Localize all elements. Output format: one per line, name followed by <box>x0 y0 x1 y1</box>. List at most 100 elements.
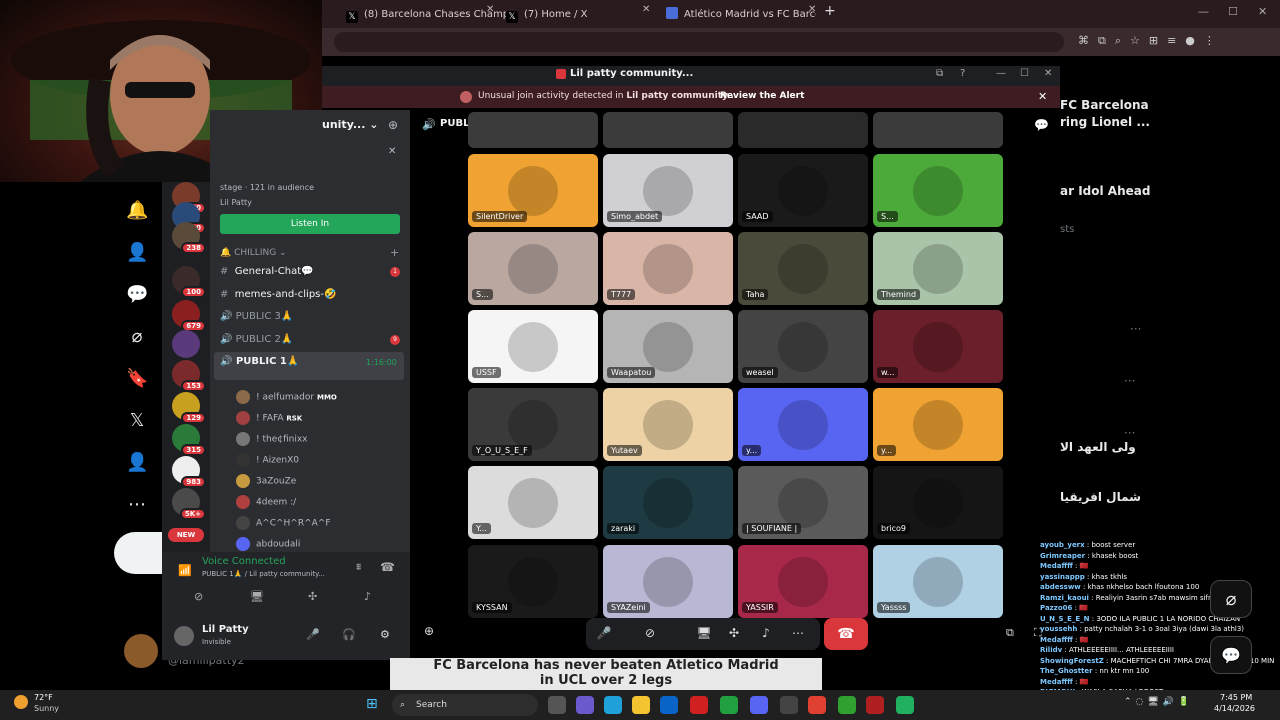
screenshare-icon[interactable]: 🖥 <box>690 620 718 646</box>
taskview-icon[interactable] <box>548 696 566 714</box>
trend-title[interactable]: شمال افريقيا <box>1060 490 1141 504</box>
notifications-icon[interactable]: 🔔 <box>126 200 148 222</box>
more-icon[interactable]: ⋯ <box>126 494 148 516</box>
video-off-icon[interactable]: ⊘ <box>194 590 203 603</box>
inbox-icon[interactable]: ⧉ <box>936 68 943 79</box>
channel-memes[interactable]: # memes-and-clips-🤣 <box>220 289 336 300</box>
more-icon[interactable]: ⋯ <box>784 620 812 646</box>
voice-user[interactable]: A^C^H^R^A^F <box>236 516 331 530</box>
trend-title[interactable]: FC Barcelona <box>1060 98 1149 112</box>
chrome-icon[interactable] <box>808 696 826 714</box>
channel-public-2[interactable]: 🔊 PUBLIC 2🙏 <box>220 334 293 345</box>
participant-tile[interactable]: Taha <box>738 232 868 305</box>
grok-icon[interactable]: ⌀ <box>1210 580 1252 618</box>
profile-icon[interactable]: 👤 <box>126 452 148 474</box>
maximize-icon[interactable]: ☐ <box>1228 5 1238 18</box>
channel-public-1[interactable]: 🔊 PUBLIC 1🙏 <box>220 356 299 367</box>
close-tab-icon[interactable]: ✕ <box>808 4 816 15</box>
mic-icon[interactable]: 🎤 <box>306 628 320 641</box>
start-icon[interactable]: ⊞ <box>366 696 378 712</box>
invite-icon[interactable]: ⊕ <box>424 624 434 638</box>
voice-channel-label[interactable]: PUBLIC 1🙏 / Lil patty community... <box>202 570 325 578</box>
voice-connected-label[interactable]: Voice Connected <box>202 556 286 567</box>
server-icon[interactable]: 679 <box>172 300 206 332</box>
noise-suppression-icon[interactable]: ⩩ <box>356 562 361 573</box>
edge-icon[interactable] <box>604 696 622 714</box>
add-channel-icon[interactable]: + <box>390 246 399 259</box>
disconnect-icon[interactable]: ☎ <box>380 560 395 574</box>
file-explorer-icon[interactable] <box>632 696 650 714</box>
close-alert-icon[interactable]: ✕ <box>1038 90 1047 103</box>
participant-tile[interactable]: zaraki <box>603 466 733 539</box>
obs-icon[interactable] <box>838 696 856 714</box>
new-tab-button[interactable]: + <box>824 3 836 19</box>
participant-tile-partial[interactable] <box>873 112 1003 148</box>
headphones-icon[interactable]: 🎧 <box>342 628 356 641</box>
participant-tile[interactable]: SilentDriver <box>468 154 598 227</box>
participant-tile[interactable]: y... <box>738 388 868 461</box>
participant-tile[interactable]: Simo_abdet <box>603 154 733 227</box>
close-icon[interactable]: ✕ <box>388 146 396 157</box>
voice-user[interactable]: ! aelfumador MMO <box>236 390 337 404</box>
listen-in-button[interactable]: Listen In <box>220 214 400 234</box>
participant-tile[interactable]: y... <box>873 388 1003 461</box>
spotify-icon[interactable] <box>896 696 914 714</box>
server-name[interactable]: unity... ⌄ <box>322 118 378 131</box>
soundboard-icon[interactable]: ♪ <box>752 620 780 646</box>
participant-tile[interactable]: T777 <box>603 232 733 305</box>
mic-icon[interactable]: 🎤 <box>590 620 618 646</box>
leave-call-button[interactable]: ☎ <box>824 618 868 650</box>
close-window-icon[interactable]: ✕ <box>1044 68 1052 79</box>
trend-title[interactable]: ولى العهد الا <box>1060 440 1136 454</box>
maximize-icon[interactable]: ☐ <box>1020 68 1029 79</box>
x-logo-icon[interactable]: 𝕏 <box>126 410 148 432</box>
participant-tile[interactable]: S... <box>468 232 598 305</box>
server-icon[interactable] <box>172 330 200 358</box>
participant-tile-partial[interactable] <box>603 112 733 148</box>
close-tab-icon[interactable]: ✕ <box>486 4 494 15</box>
close-window-icon[interactable]: ✕ <box>1258 5 1267 18</box>
add-member-icon[interactable]: ⊕ <box>388 118 398 132</box>
participant-tile[interactable]: KYSSAN <box>468 545 598 618</box>
voice-user[interactable]: ! the¢finixx <box>236 432 308 446</box>
participant-tile[interactable]: Themind <box>873 232 1003 305</box>
server-icon[interactable]: 983 <box>172 456 206 488</box>
bookmark-icon[interactable]: 🔖 <box>126 368 148 390</box>
participant-tile[interactable]: Yassss <box>873 545 1003 618</box>
more-icon[interactable]: ··· <box>1124 374 1135 388</box>
popout-icon[interactable]: ⧉ <box>1006 626 1014 640</box>
voice-user[interactable]: ! AizenX0 <box>236 453 299 467</box>
screenshare-icon[interactable]: 🖥 <box>250 590 264 603</box>
category-chilling[interactable]: 🔔 CHILLING ⌄ <box>220 248 287 258</box>
weather-temp[interactable]: 72°F <box>34 693 53 702</box>
participant-tile[interactable]: | SOUFIANE | <box>738 466 868 539</box>
voice-user[interactable]: abdoudali <box>236 537 300 551</box>
participant-tile[interactable]: S... <box>873 154 1003 227</box>
participant-tile[interactable]: Yutaev <box>603 388 733 461</box>
participant-tile[interactable]: brico9 <box>873 466 1003 539</box>
clock-time[interactable]: 7:45 PM <box>1220 693 1252 702</box>
trend-title[interactable]: ar Idol Ahead <box>1060 184 1150 198</box>
chat-bubble-icon[interactable]: 💬 <box>1034 118 1049 132</box>
voice-user[interactable]: 4deem :/ <box>236 495 296 509</box>
soundboard-icon[interactable]: ♪ <box>364 590 371 603</box>
minimize-icon[interactable]: — <box>996 68 1006 79</box>
teams-icon[interactable] <box>576 696 594 714</box>
post-button[interactable] <box>114 532 162 574</box>
browser-tab-barcelona[interactable]: 𝕏 (8) Barcelona Chases Champion <box>346 4 506 26</box>
address-bar[interactable] <box>334 32 1064 52</box>
youtube-icon[interactable] <box>690 696 708 714</box>
channel-general-chat[interactable]: # General-Chat💬 <box>220 266 314 277</box>
activities-icon[interactable]: ✣ <box>720 620 748 646</box>
activities-icon[interactable]: ✣ <box>308 590 317 603</box>
participant-tile[interactable]: Y... <box>468 466 598 539</box>
participant-tile[interactable]: weasel <box>738 310 868 383</box>
browser-tab-atletico[interactable]: Atlético Madrid vs FC Barcelona <box>666 4 816 26</box>
settings-gear-icon[interactable]: ⚙ <box>380 628 390 641</box>
channel-public-3[interactable]: 🔊 PUBLIC 3🙏 <box>220 311 293 322</box>
camera-off-icon[interactable]: ⊘ <box>636 620 664 646</box>
server-icon[interactable]: 238 <box>172 222 206 254</box>
app-icon[interactable] <box>780 696 798 714</box>
participant-tile[interactable]: Waapatou <box>603 310 733 383</box>
discord-icon[interactable] <box>750 696 768 714</box>
